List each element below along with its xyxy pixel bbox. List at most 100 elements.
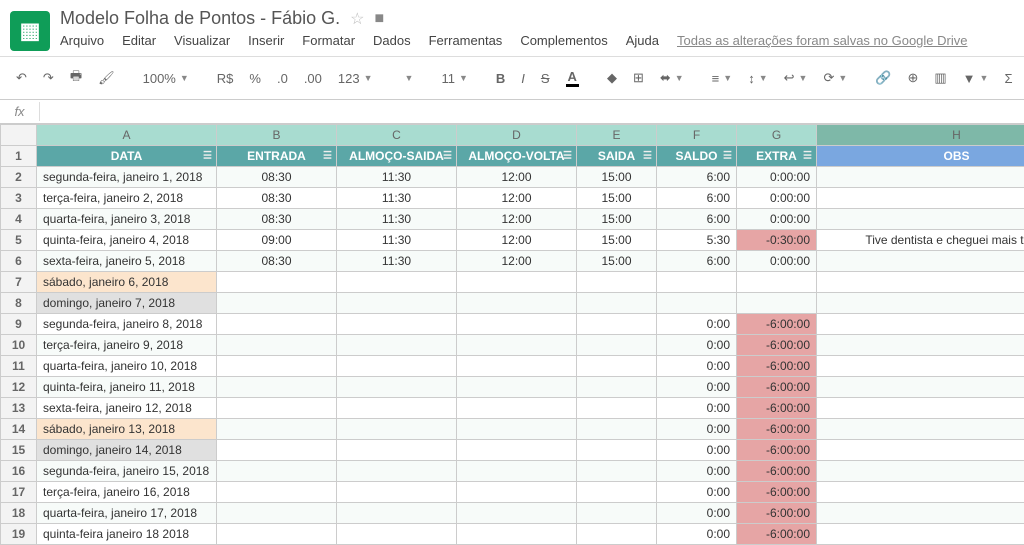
undo-icon[interactable]: ↶ xyxy=(10,66,33,90)
menu-inserir[interactable]: Inserir xyxy=(248,33,284,48)
chart-icon[interactable]: ▥ xyxy=(928,66,952,90)
formula-input[interactable] xyxy=(40,102,1024,121)
table-row[interactable]: 19quinta-feira janeiro 18 20180:00-6:00:… xyxy=(1,524,1024,545)
cell[interactable]: 0:00 xyxy=(657,482,737,503)
cell[interactable]: 0:00 xyxy=(657,440,737,461)
functions-icon[interactable]: Σ xyxy=(998,67,1018,90)
col-header-b[interactable]: B xyxy=(217,125,337,146)
filter-icon[interactable]: ☰ xyxy=(323,151,332,162)
cell[interactable]: 0:00 xyxy=(657,524,737,545)
cell[interactable] xyxy=(817,440,1024,461)
cell[interactable] xyxy=(457,335,577,356)
cell[interactable] xyxy=(457,398,577,419)
cell[interactable] xyxy=(577,377,657,398)
cell[interactable] xyxy=(577,461,657,482)
cell[interactable] xyxy=(217,419,337,440)
cell[interactable] xyxy=(217,440,337,461)
cell[interactable]: 0:00 xyxy=(657,314,737,335)
percent-button[interactable]: % xyxy=(243,67,267,90)
cell[interactable]: terça-feira, janeiro 2, 2018 xyxy=(37,188,217,209)
table-row[interactable]: 18quarta-feira, janeiro 17, 20180:00-6:0… xyxy=(1,503,1024,524)
cell[interactable]: 11:30 xyxy=(337,230,457,251)
cell[interactable] xyxy=(217,335,337,356)
row-header[interactable]: 6 xyxy=(1,251,37,272)
cell[interactable]: 09:00 xyxy=(217,230,337,251)
col-header-c[interactable]: C xyxy=(337,125,457,146)
cell[interactable]: 0:00 xyxy=(657,503,737,524)
cell[interactable] xyxy=(337,356,457,377)
increase-decimal-button[interactable]: .00 xyxy=(298,67,328,90)
cell[interactable]: segunda-feira, janeiro 15, 2018 xyxy=(37,461,217,482)
cell[interactable] xyxy=(817,167,1024,188)
cell[interactable] xyxy=(337,461,457,482)
cell[interactable] xyxy=(577,356,657,377)
row-header[interactable]: 3 xyxy=(1,188,37,209)
cell[interactable] xyxy=(817,251,1024,272)
row-header[interactable]: 7 xyxy=(1,272,37,293)
cell[interactable] xyxy=(817,272,1024,293)
col-header-g[interactable]: G xyxy=(737,125,817,146)
cell[interactable]: -6:00:00 xyxy=(737,377,817,398)
cell[interactable]: -6:00:00 xyxy=(737,398,817,419)
filter-icon[interactable]: ☰ xyxy=(803,151,812,162)
cell[interactable] xyxy=(337,314,457,335)
cell[interactable] xyxy=(817,461,1024,482)
cell[interactable] xyxy=(217,461,337,482)
table-row[interactable]: 9segunda-feira, janeiro 8, 20180:00-6:00… xyxy=(1,314,1024,335)
cell[interactable] xyxy=(737,272,817,293)
cell[interactable] xyxy=(457,440,577,461)
zoom-select[interactable]: 100%▼ xyxy=(137,69,195,88)
col-header-d[interactable]: D xyxy=(457,125,577,146)
table-row[interactable]: 10terça-feira, janeiro 9, 20180:00-6:00:… xyxy=(1,335,1024,356)
cell[interactable] xyxy=(217,524,337,545)
cell[interactable]: quarta-feira, janeiro 10, 2018 xyxy=(37,356,217,377)
cell[interactable]: -6:00:00 xyxy=(737,482,817,503)
cell[interactable]: -6:00:00 xyxy=(737,503,817,524)
cell[interactable] xyxy=(217,272,337,293)
cell[interactable]: domingo, janeiro 14, 2018 xyxy=(37,440,217,461)
cell[interactable]: 15:00 xyxy=(577,167,657,188)
strike-button[interactable]: S xyxy=(535,67,556,90)
col-header-e[interactable]: E xyxy=(577,125,657,146)
cell[interactable]: -6:00:00 xyxy=(737,356,817,377)
font-size[interactable]: 11▼ xyxy=(435,69,473,88)
cell[interactable] xyxy=(577,398,657,419)
cell[interactable] xyxy=(337,482,457,503)
cell[interactable]: -6:00:00 xyxy=(737,419,817,440)
menu-ajuda[interactable]: Ajuda xyxy=(626,33,659,48)
cell[interactable] xyxy=(817,377,1024,398)
cell[interactable] xyxy=(817,398,1024,419)
cell[interactable] xyxy=(457,377,577,398)
cell[interactable] xyxy=(577,419,657,440)
table-row[interactable]: 13sexta-feira, janeiro 12, 20180:00-6:00… xyxy=(1,398,1024,419)
star-icon[interactable]: ☆ xyxy=(350,9,364,29)
bold-button[interactable]: B xyxy=(490,67,511,90)
cell[interactable]: 15:00 xyxy=(577,188,657,209)
cell[interactable]: 0:00 xyxy=(657,398,737,419)
filter-icon[interactable]: ☰ xyxy=(563,151,572,162)
fill-color-button[interactable]: ◆ xyxy=(601,66,623,90)
cell[interactable]: 0:00 xyxy=(657,419,737,440)
table-row[interactable]: 5quinta-feira, janeiro 4, 201809:0011:30… xyxy=(1,230,1024,251)
cell[interactable]: terça-feira, janeiro 16, 2018 xyxy=(37,482,217,503)
table-row[interactable]: 8domingo, janeiro 7, 2018 xyxy=(1,293,1024,314)
cell[interactable]: segunda-feira, janeiro 8, 2018 xyxy=(37,314,217,335)
cell[interactable]: 0:00:00 xyxy=(737,209,817,230)
cell[interactable]: 6:00 xyxy=(657,167,737,188)
cell[interactable] xyxy=(817,356,1024,377)
cell[interactable]: 11:30 xyxy=(337,188,457,209)
cell[interactable] xyxy=(457,356,577,377)
cell[interactable] xyxy=(577,293,657,314)
wrap-button[interactable]: ↩▼ xyxy=(778,66,814,90)
cell[interactable] xyxy=(817,419,1024,440)
cell[interactable]: quinta-feira janeiro 18 2018 xyxy=(37,524,217,545)
row-header[interactable]: 12 xyxy=(1,377,37,398)
cell[interactable] xyxy=(737,293,817,314)
cell[interactable]: -0:30:00 xyxy=(737,230,817,251)
cell[interactable]: 0:00 xyxy=(657,356,737,377)
header-row[interactable]: 1 DATA☰ ENTRADA☰ ALMOÇO-SAIDA☰ ALMOÇO-VO… xyxy=(1,146,1024,167)
table-row[interactable]: 6sexta-feira, janeiro 5, 201808:3011:301… xyxy=(1,251,1024,272)
cell[interactable]: sexta-feira, janeiro 12, 2018 xyxy=(37,398,217,419)
cell[interactable] xyxy=(577,314,657,335)
row-header[interactable]: 18 xyxy=(1,503,37,524)
